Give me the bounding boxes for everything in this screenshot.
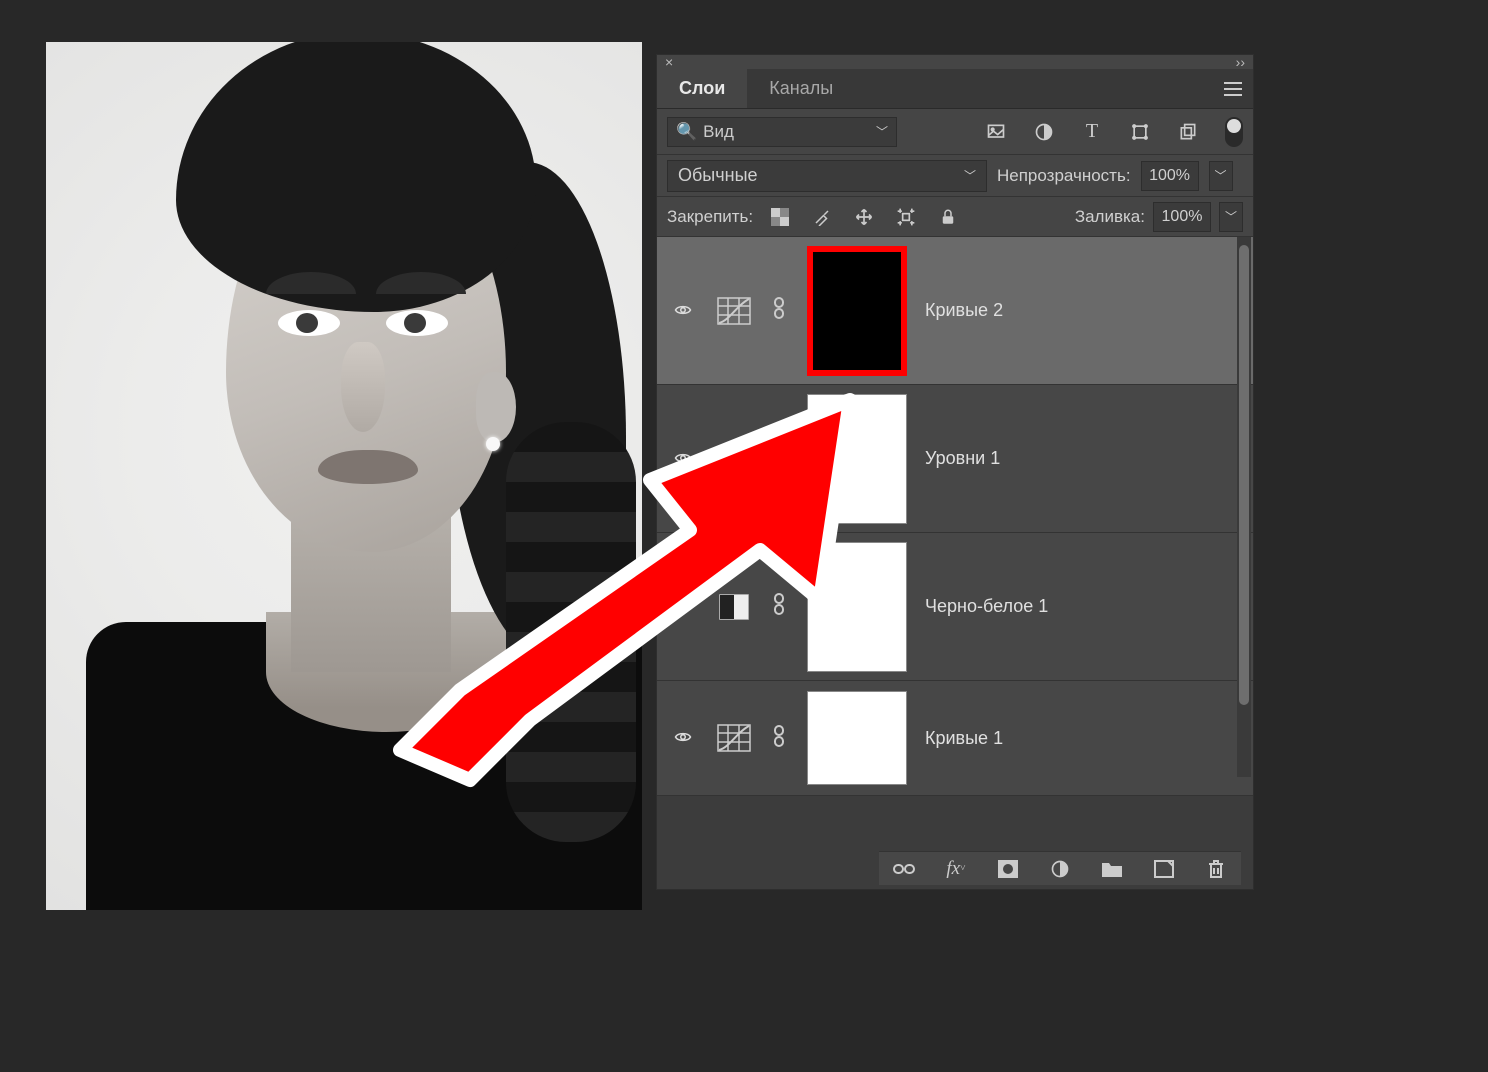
tab-channels[interactable]: Каналы <box>747 69 855 108</box>
opacity-value-input[interactable]: 100% <box>1141 161 1199 191</box>
layer-mask-thumbnail[interactable] <box>807 542 907 672</box>
lock-transparency-icon[interactable] <box>769 206 791 228</box>
new-adjustment-icon[interactable] <box>1049 858 1071 880</box>
blend-mode-select[interactable]: Обычные ﹀ <box>667 160 987 192</box>
panel-tabs: Слои Каналы <box>657 69 1253 109</box>
visibility-eye-icon[interactable] <box>671 301 697 321</box>
layer-name-label[interactable]: Черно-белое 1 <box>925 596 1048 617</box>
filter-adjustment-icon[interactable] <box>1033 121 1055 143</box>
link-mask-icon[interactable] <box>771 592 789 621</box>
layer-name-label[interactable]: Кривые 1 <box>925 728 1003 749</box>
lock-artboard-icon[interactable] <box>895 206 917 228</box>
layers-list: Кривые 2 Уровни 1 Черно-белое 1 Кривые 1 <box>657 237 1253 889</box>
layer-row[interactable]: Кривые 2 <box>657 237 1253 385</box>
new-group-icon[interactable] <box>1101 858 1123 880</box>
layer-filter-label: Вид <box>703 122 734 142</box>
adjustment-curves-icon[interactable] <box>715 295 753 327</box>
layer-row[interactable]: Кривые 1 <box>657 681 1253 796</box>
opacity-label: Непрозрачность: <box>997 166 1131 186</box>
layers-panel: × ›› Слои Каналы 🔍 Вид ﹀ T Обычные ﹀ Неп… <box>656 54 1254 890</box>
layer-style-icon[interactable]: fx˅ <box>945 858 967 880</box>
layer-row[interactable]: Черно-белое 1 <box>657 533 1253 681</box>
adjustment-bw-icon[interactable] <box>715 591 753 623</box>
add-mask-icon[interactable] <box>997 858 1019 880</box>
tab-channels-label: Каналы <box>769 78 833 99</box>
layer-name-label[interactable]: Уровни 1 <box>925 448 1000 469</box>
panel-menu-icon[interactable] <box>1213 69 1253 108</box>
fill-value-input[interactable]: 100% <box>1153 202 1211 232</box>
blend-opacity-row: Обычные ﹀ Непрозрачность: 100% ﹀ <box>657 155 1253 197</box>
new-layer-icon[interactable] <box>1153 858 1175 880</box>
lock-all-icon[interactable] <box>937 206 959 228</box>
visibility-eye-icon[interactable] <box>671 597 697 617</box>
collapse-panel-icon[interactable]: ›› <box>1236 54 1245 70</box>
layer-mask-thumbnail[interactable] <box>807 246 907 376</box>
fill-dropdown-icon[interactable]: ﹀ <box>1219 202 1243 232</box>
lock-position-icon[interactable] <box>853 206 875 228</box>
filter-smartobject-icon[interactable] <box>1177 121 1199 143</box>
filter-type-icon[interactable]: T <box>1081 121 1103 143</box>
lock-label: Закрепить: <box>667 207 753 227</box>
layer-name-label[interactable]: Кривые 2 <box>925 300 1003 321</box>
layer-filter-select[interactable]: 🔍 Вид ﹀ <box>667 117 897 147</box>
search-icon: 🔍 <box>676 122 697 142</box>
close-panel-icon[interactable]: × <box>665 54 673 70</box>
visibility-eye-icon[interactable] <box>671 728 697 748</box>
layer-filter-row: 🔍 Вид ﹀ T <box>657 109 1253 155</box>
filter-toggle[interactable] <box>1225 117 1243 147</box>
tab-layers[interactable]: Слои <box>657 69 747 108</box>
portrait-image <box>46 42 642 910</box>
visibility-eye-icon[interactable] <box>671 449 697 469</box>
lock-pixels-icon[interactable] <box>811 206 833 228</box>
filter-pixel-icon[interactable] <box>985 121 1007 143</box>
layers-scrollbar[interactable] <box>1237 237 1251 777</box>
layer-mask-thumbnail[interactable] <box>807 394 907 524</box>
chevron-down-icon: ﹀ <box>964 167 976 184</box>
fill-label: Заливка: <box>1075 207 1145 227</box>
tab-layers-label: Слои <box>679 78 725 99</box>
filter-shape-icon[interactable] <box>1129 121 1151 143</box>
scrollbar-thumb[interactable] <box>1239 245 1249 705</box>
link-mask-icon[interactable] <box>771 724 789 753</box>
link-mask-icon[interactable] <box>771 296 789 325</box>
adjustment-curves-icon[interactable] <box>715 722 753 754</box>
opacity-dropdown-icon[interactable]: ﹀ <box>1209 161 1233 191</box>
delete-layer-icon[interactable] <box>1205 858 1227 880</box>
lock-fill-row: Закрепить: Заливка: 100% ﹀ <box>657 197 1253 237</box>
blend-mode-value: Обычные <box>678 165 758 186</box>
layers-bottom-toolbar: fx˅ <box>879 851 1241 885</box>
link-mask-icon[interactable] <box>771 444 789 473</box>
chevron-down-icon: ﹀ <box>876 123 888 140</box>
layer-row[interactable]: Уровни 1 <box>657 385 1253 533</box>
link-layers-icon[interactable] <box>893 858 915 880</box>
layer-mask-thumbnail[interactable] <box>807 691 907 785</box>
document-canvas[interactable] <box>46 42 642 910</box>
